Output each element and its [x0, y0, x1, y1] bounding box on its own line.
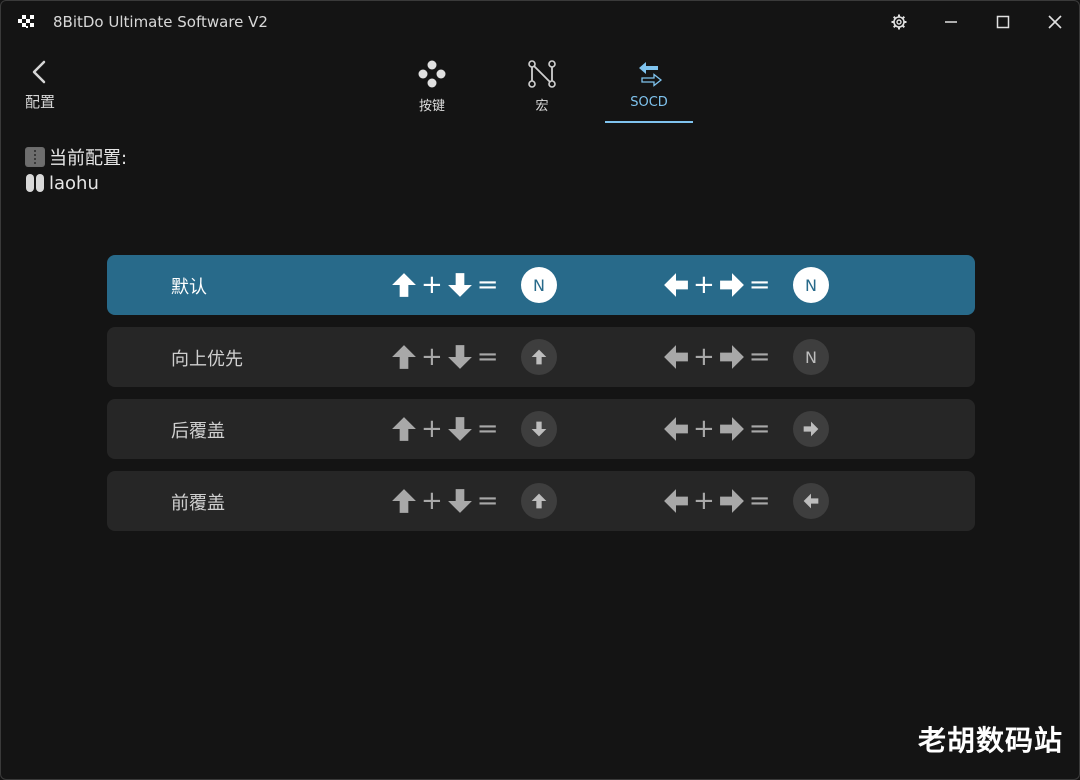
- current-config-heading: 当前配置:: [49, 148, 128, 169]
- vertical-equation: + =: [391, 415, 503, 443]
- config-grid-icon: [25, 147, 45, 167]
- vertical-result: N: [521, 267, 557, 303]
- maximize-icon: [996, 15, 1010, 29]
- vertical-result: [521, 339, 557, 375]
- tab-macro-label: 宏: [535, 99, 549, 114]
- socd-mode-name: 前覆盖: [171, 493, 225, 514]
- arrow-up-icon: [392, 489, 416, 513]
- tab-macro[interactable]: 宏: [498, 57, 586, 123]
- plus-sign: +: [693, 414, 715, 444]
- horizontal-result: N: [793, 267, 829, 303]
- vertical-result: [521, 483, 557, 519]
- socd-mode-row[interactable]: 向上优先 + = + = N: [107, 327, 975, 387]
- settings-button[interactable]: [884, 9, 914, 35]
- equals-sign: =: [748, 414, 771, 444]
- socd-mode-name: 后覆盖: [171, 421, 225, 442]
- tab-socd[interactable]: SOCD: [605, 57, 693, 123]
- arrow-down-icon: [531, 421, 547, 437]
- socd-icon: [639, 62, 663, 87]
- socd-mode-row[interactable]: 后覆盖 + = + =: [107, 399, 975, 459]
- controller-profile-icon: [25, 173, 45, 193]
- neutral-label: N: [805, 347, 817, 367]
- title-bar: 8BitDo Ultimate Software V2: [1, 1, 1079, 43]
- tab-buttons[interactable]: 按键: [388, 57, 476, 123]
- profile-name: laohu: [49, 172, 99, 194]
- tab-socd-label: SOCD: [630, 95, 668, 110]
- arrow-right-icon: [719, 489, 744, 513]
- equals-sign: =: [748, 486, 771, 516]
- horizontal-equation: + =: [663, 415, 775, 443]
- arrow-up-icon: [531, 493, 547, 509]
- arrow-down-icon: [447, 417, 472, 441]
- window-title: 8BitDo Ultimate Software V2: [53, 13, 268, 31]
- arrow-down-icon: [447, 489, 472, 513]
- neutral-label: N: [533, 275, 545, 295]
- gear-icon: [891, 14, 907, 30]
- arrow-left-icon: [664, 417, 688, 441]
- app-window: 8BitDo Ultimate Software V2 配置 按键 宏 SOCD…: [0, 0, 1080, 780]
- horizontal-equation: + =: [663, 487, 775, 515]
- socd-mode-row[interactable]: 前覆盖 + = + =: [107, 471, 975, 531]
- vertical-equation: + =: [391, 271, 503, 299]
- equals-sign: =: [476, 270, 499, 300]
- horizontal-result: N: [793, 339, 829, 375]
- neutral-label: N: [805, 275, 817, 295]
- back-button[interactable]: 配置: [23, 57, 63, 113]
- equals-sign: =: [476, 342, 499, 372]
- arrow-right-icon: [719, 417, 744, 441]
- arrow-left-icon: [664, 489, 688, 513]
- plus-sign: +: [693, 486, 715, 516]
- maximize-button[interactable]: [988, 9, 1018, 35]
- active-tab-indicator: [605, 121, 693, 123]
- plus-sign: +: [421, 270, 443, 300]
- equals-sign: =: [748, 270, 771, 300]
- arrow-left-icon: [664, 345, 688, 369]
- equals-sign: =: [748, 342, 771, 372]
- close-button[interactable]: [1040, 9, 1070, 35]
- plus-sign: +: [693, 270, 715, 300]
- equals-sign: =: [476, 414, 499, 444]
- horizontal-equation: + =: [663, 271, 775, 299]
- tab-buttons-label: 按键: [418, 99, 445, 114]
- plus-sign: +: [693, 342, 715, 372]
- plus-sign: +: [421, 414, 443, 444]
- arrow-right-icon: [719, 273, 744, 297]
- minimize-icon: [945, 21, 957, 23]
- buttons-icon: [418, 60, 446, 88]
- arrow-up-icon: [392, 273, 416, 297]
- arrow-right-icon: [719, 345, 744, 369]
- arrow-up-icon: [392, 345, 416, 369]
- equals-sign: =: [476, 486, 499, 516]
- arrow-up-icon: [531, 349, 547, 365]
- socd-mode-name: 默认: [171, 277, 207, 298]
- horizontal-result: [793, 411, 829, 447]
- arrow-down-icon: [447, 345, 472, 369]
- minimize-button[interactable]: [936, 9, 966, 35]
- horizontal-equation: + =: [663, 343, 775, 371]
- plus-sign: +: [421, 342, 443, 372]
- socd-mode-row[interactable]: 默认 + = N + = N: [107, 255, 975, 315]
- chevron-left-icon: [32, 60, 46, 84]
- arrow-left-icon: [664, 273, 688, 297]
- back-label: 配置: [25, 93, 56, 111]
- macro-icon: [528, 60, 556, 88]
- vertical-equation: + =: [391, 487, 503, 515]
- vertical-equation: + =: [391, 343, 503, 371]
- horizontal-result: [793, 483, 829, 519]
- vertical-result: [521, 411, 557, 447]
- app-logo-icon: [18, 15, 34, 28]
- arrow-up-icon: [392, 417, 416, 441]
- arrow-down-icon: [447, 273, 472, 297]
- socd-mode-name: 向上优先: [171, 349, 243, 370]
- watermark: 老胡数码站: [917, 724, 1063, 757]
- plus-sign: +: [421, 486, 443, 516]
- arrow-right-icon: [803, 421, 819, 437]
- close-icon: [1048, 15, 1062, 29]
- current-config: 当前配置: laohu: [25, 145, 127, 197]
- arrow-left-icon: [803, 493, 819, 509]
